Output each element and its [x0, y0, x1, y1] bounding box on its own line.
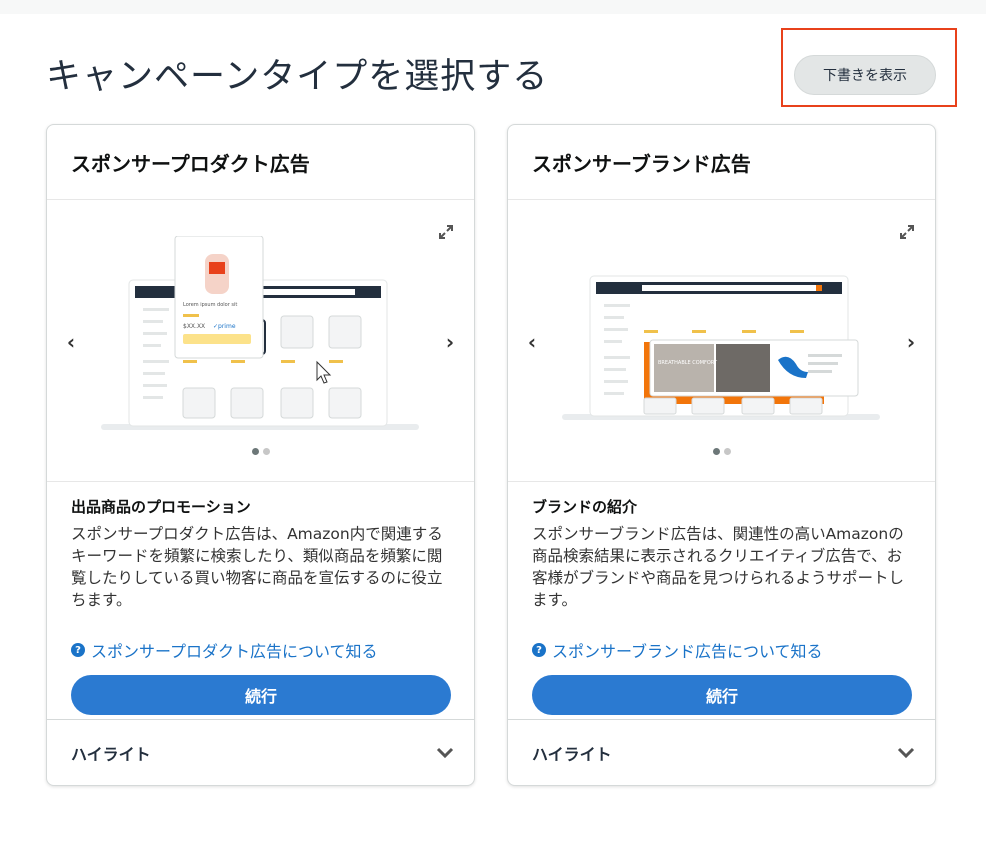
preview-carousel: ‹ › BREATHABLE COMFORT: [508, 200, 935, 482]
expand-icon[interactable]: [899, 224, 915, 240]
card-description: スポンサーブランド広告は、関連性の高いAmazonの商品検索結果に表示されるクリ…: [532, 525, 905, 609]
card-description: スポンサープロダクト広告は、Amazon内で関連するキーワードを頻繁に検索したり…: [71, 525, 443, 609]
chevron-down-icon: [897, 747, 915, 758]
card-title: スポンサーブランド広告: [508, 125, 935, 200]
learn-more-link[interactable]: ? スポンサーブランド広告について知る: [532, 638, 911, 662]
card-title: スポンサープロダクト広告: [47, 125, 474, 200]
learn-more-label: スポンサーブランド広告について知る: [552, 642, 823, 661]
highlights-label: ハイライト: [532, 744, 612, 764]
preview-carousel: ‹ › Lorem ipsum dolor sit $XX.XX ✓prime: [47, 200, 474, 482]
card-subtitle: 出品商品のプロモーション: [71, 498, 251, 516]
carousel-dots: [508, 448, 935, 455]
help-icon: ?: [71, 643, 85, 657]
sponsored-products-illustration: Lorem ipsum dolor sit $XX.XX ✓prime: [101, 236, 419, 430]
carousel-dots: [47, 448, 474, 455]
campaign-card-sponsored-brands: スポンサーブランド広告 ‹ › BREATHABLE COMFORT ブランドの…: [507, 124, 936, 786]
illus-banner-text: BREATHABLE COMFORT: [658, 360, 718, 366]
continue-button[interactable]: 続行: [532, 675, 912, 715]
carousel-prev-button[interactable]: ‹: [522, 332, 542, 352]
chevron-down-icon: [436, 747, 454, 758]
highlights-accordion[interactable]: ハイライト: [47, 719, 474, 785]
illus-popup-title: Lorem ipsum dolor sit: [183, 302, 237, 308]
learn-more-label: スポンサープロダクト広告について知る: [91, 642, 378, 661]
continue-button[interactable]: 続行: [71, 675, 451, 715]
card-subtitle: ブランドの紹介: [532, 498, 638, 516]
carousel-dot-active[interactable]: [712, 448, 720, 455]
learn-more-link[interactable]: ? スポンサープロダクト広告について知る: [71, 638, 450, 662]
carousel-next-button[interactable]: ›: [901, 332, 921, 352]
sponsored-brands-illustration: BREATHABLE COMFORT: [562, 275, 880, 420]
expand-icon[interactable]: [438, 224, 454, 240]
view-drafts-button[interactable]: 下書きを表示: [794, 55, 936, 95]
carousel-next-button[interactable]: ›: [440, 332, 460, 352]
illus-prime: ✓prime: [213, 323, 236, 330]
carousel-dot-active[interactable]: [251, 448, 259, 455]
carousel-prev-button[interactable]: ‹: [61, 332, 81, 352]
highlights-accordion[interactable]: ハイライト: [508, 719, 935, 785]
campaign-card-sponsored-products: スポンサープロダクト広告 ‹ › Lorem ipsum dolor sit $…: [46, 124, 475, 786]
page-title: キャンペーンタイプを選択する: [46, 57, 549, 97]
highlights-label: ハイライト: [71, 744, 151, 764]
help-icon: ?: [532, 643, 546, 657]
top-bar: [0, 0, 986, 14]
carousel-dot[interactable]: [262, 448, 270, 455]
illus-price: $XX.XX: [183, 323, 205, 330]
carousel-dot[interactable]: [723, 448, 731, 455]
